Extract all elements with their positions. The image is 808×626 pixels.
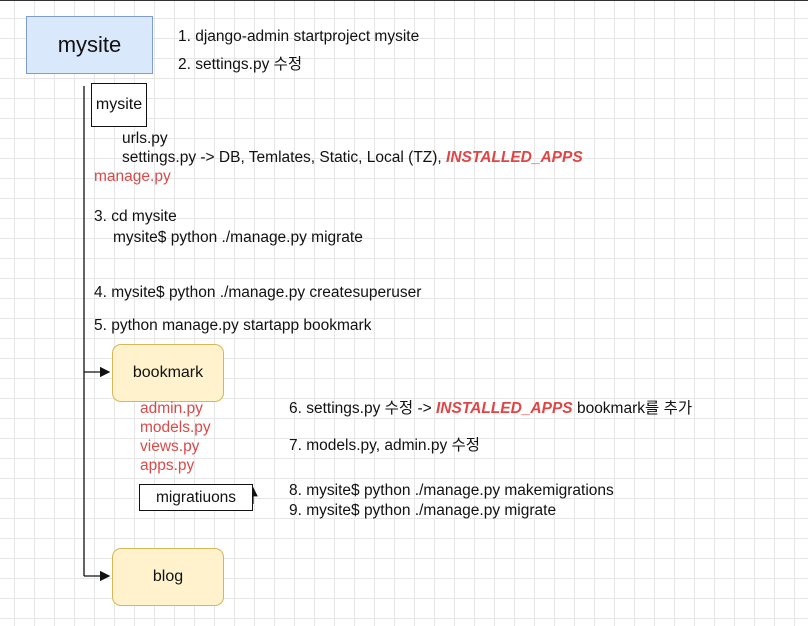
- urls-file: urls.py: [122, 130, 168, 147]
- step-6: 6. settings.py 수정 -> INSTALLED_APPS book…: [289, 400, 692, 418]
- step-6-installed-apps: INSTALLED_APPS: [435, 400, 573, 417]
- bookmark-file-apps: apps.py: [140, 457, 195, 474]
- step-6-tail: bookmark를 추가: [572, 400, 693, 417]
- root-project-node: mysite: [26, 16, 153, 74]
- step-6-text: 6. settings.py 수정 ->: [289, 400, 436, 417]
- step-3: 3. cd mysite: [94, 208, 177, 225]
- step-7: 7. models.py, admin.py 수정: [289, 437, 481, 454]
- installed-apps-highlight: INSTALLED_APPS: [446, 149, 583, 166]
- bookmark-app-node: bookmark: [112, 344, 224, 402]
- step-3-command: mysite$ python ./manage.py migrate: [113, 229, 363, 246]
- step-5: 5. python manage.py startapp bookmark: [94, 317, 372, 334]
- step-8: 8. mysite$ python ./manage.py makemigrat…: [289, 482, 614, 499]
- bookmark-file-views: views.py: [140, 438, 200, 455]
- step-4: 4. mysite$ python ./manage.py createsupe…: [94, 284, 422, 301]
- manage-file: manage.py: [94, 168, 171, 185]
- settings-file-line: settings.py -> DB, Temlates, Static, Loc…: [122, 149, 583, 167]
- mysite-package-box: mysite: [91, 83, 147, 127]
- bookmark-file-models: models.py: [140, 419, 211, 436]
- step-2: 2. settings.py 수정: [178, 56, 303, 73]
- migrations-folder-box: migratiuons: [139, 484, 253, 511]
- step-9: 9. mysite$ python ./manage.py migrate: [289, 502, 557, 519]
- bookmark-file-admin: admin.py: [140, 400, 203, 417]
- step-1: 1. django-admin startproject mysite: [178, 28, 420, 45]
- settings-file-text: settings.py -> DB, Temlates, Static, Loc…: [122, 149, 447, 166]
- blog-app-node: blog: [112, 548, 224, 606]
